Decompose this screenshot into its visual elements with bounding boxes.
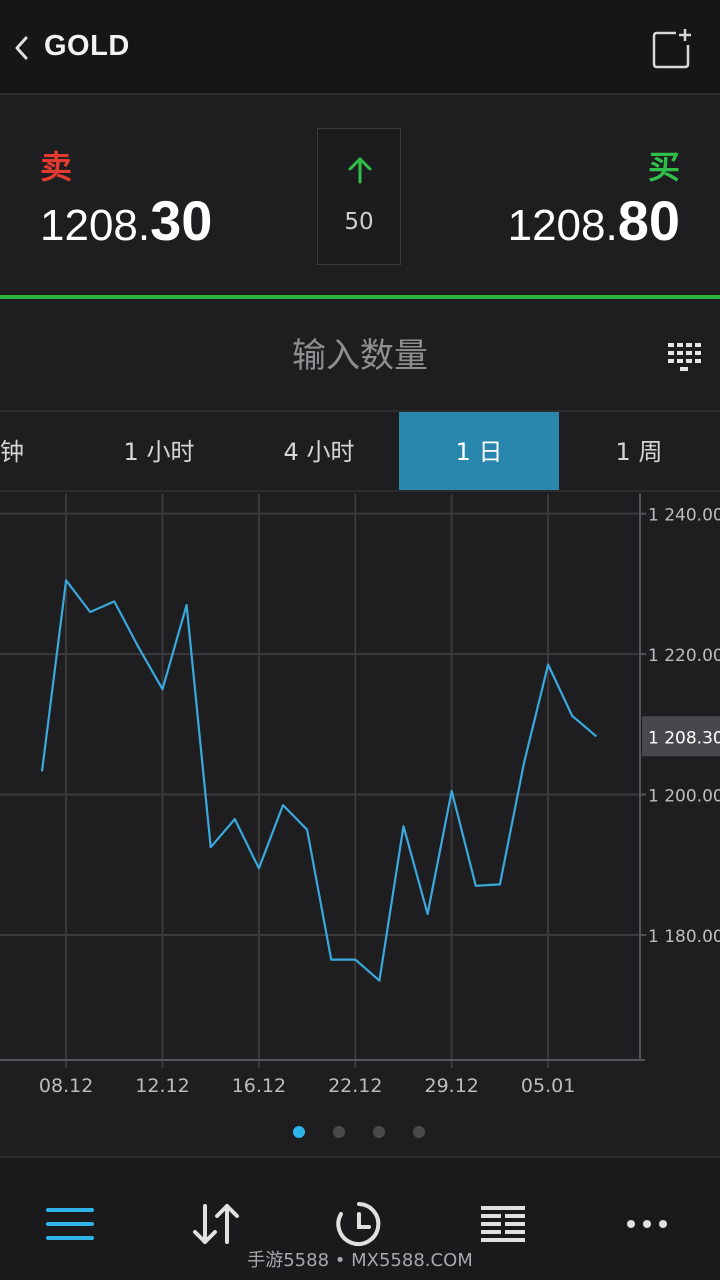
menu-icon[interactable] — [40, 1196, 100, 1252]
y-tick-label: 1 240.00 — [648, 506, 720, 526]
top-bar: GOLD — [0, 0, 720, 95]
y-tick-label: 1 200.00 — [648, 787, 720, 807]
y-tick-label: 1 180.00 — [648, 927, 720, 947]
tab-1-hour[interactable]: 1 小时 — [79, 412, 239, 490]
x-tick-label: 12.12 — [135, 1075, 189, 1097]
x-tick-label: 05.01 — [521, 1075, 575, 1097]
page-indicator — [0, 1122, 720, 1142]
quantity-input[interactable] — [160, 334, 560, 378]
spread-indicator: 50 — [317, 128, 401, 265]
y-tick-label: 1 220.00 — [648, 646, 720, 666]
current-price-label: 1 208.30 — [648, 728, 720, 748]
buy-label: 买 — [647, 148, 680, 186]
spread-value: 50 — [344, 209, 374, 235]
clock-icon[interactable] — [329, 1196, 389, 1252]
x-tick-label: 29.12 — [424, 1075, 478, 1097]
sell-price-big: 30 — [150, 189, 213, 252]
watermark-text: 手游5588 • MX5588.COM — [247, 1250, 473, 1271]
x-tick-label: 08.12 — [39, 1075, 93, 1097]
tab-1-day[interactable]: 1 日 — [399, 412, 559, 490]
sell-price-button[interactable]: 1208.30 — [40, 188, 212, 253]
tab-4-hour[interactable]: 4 小时 — [239, 412, 399, 490]
tab-1-week[interactable]: 1 周 — [559, 412, 719, 490]
sell-label: 卖 — [40, 148, 73, 186]
sell-price-main: 1208. — [40, 201, 151, 250]
timeframe-tabs: 分钟 1 小时 4 小时 1 日 1 周 — [0, 412, 720, 492]
page-dot[interactable] — [373, 1126, 385, 1138]
buy-price-button[interactable]: 1208.80 — [508, 188, 680, 253]
page-dot[interactable] — [293, 1126, 305, 1138]
keypad-icon[interactable] — [666, 340, 702, 374]
buy-price-main: 1208. — [507, 201, 618, 250]
back-chevron-icon[interactable] — [8, 28, 38, 68]
page-dot[interactable] — [333, 1126, 345, 1138]
add-watchlist-icon[interactable] — [650, 27, 694, 71]
quantity-row — [0, 300, 720, 412]
more-icon[interactable] — [617, 1196, 677, 1252]
buy-price-big: 80 — [617, 189, 680, 252]
sort-arrows-icon[interactable] — [185, 1196, 245, 1252]
price-panel: 卖 1208.30 50 买 1208.80 — [0, 96, 720, 299]
x-tick-label: 22.12 — [328, 1075, 382, 1097]
x-tick-label: 16.12 — [232, 1075, 286, 1097]
arrow-up-icon — [348, 157, 372, 184]
price-line — [40, 579, 598, 982]
list-icon[interactable] — [473, 1196, 533, 1252]
price-chart[interactable]: 1 240.00 1 220.00 1 200.00 1 180.00 08.12 12.… — [0, 494, 720, 1106]
instrument-title: GOLD — [44, 30, 130, 62]
page-dot[interactable] — [413, 1126, 425, 1138]
tab-minute[interactable]: 分钟 — [0, 412, 80, 490]
